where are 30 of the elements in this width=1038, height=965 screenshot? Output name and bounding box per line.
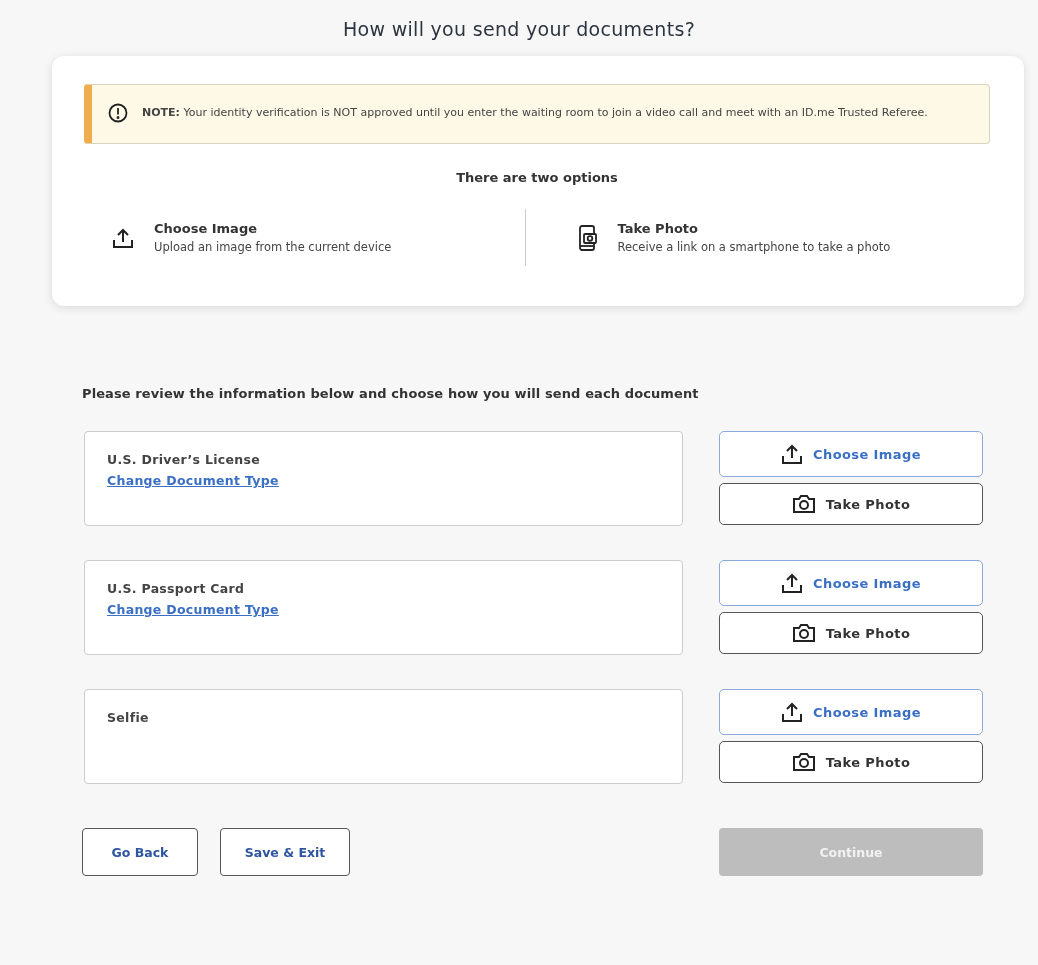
take-photo-button[interactable]: Take Photo xyxy=(719,741,983,783)
document-name: U.S. Passport Card xyxy=(107,581,246,596)
option-title: Choose Image xyxy=(154,221,259,236)
document-name: Selfie xyxy=(107,710,150,725)
option-description: Receive a link on a smartphone to take a photo xyxy=(617,240,891,254)
option-title: Take Photo xyxy=(617,221,699,236)
camera-icon xyxy=(791,752,816,772)
upload-icon xyxy=(112,226,134,249)
save-exit-button[interactable]: Save & Exit xyxy=(220,828,350,876)
phone-camera-icon xyxy=(577,224,598,251)
upload-icon xyxy=(781,572,804,594)
instructions-text: Please review the information below and choose how you will send each document xyxy=(82,386,700,401)
choose-image-button[interactable]: Choose Image xyxy=(719,689,983,735)
options-title: There are two options xyxy=(455,170,619,185)
page-heading: How will you send your documents? xyxy=(341,18,697,40)
document-name: U.S. Driver’s License xyxy=(107,452,261,467)
go-back-button[interactable]: Go Back xyxy=(82,828,198,876)
change-document-link[interactable]: Change Document Type xyxy=(107,602,279,617)
take-photo-button[interactable]: Take Photo xyxy=(719,483,983,525)
info-icon xyxy=(108,103,128,123)
camera-icon xyxy=(791,623,816,643)
change-document-link[interactable]: Change Document Type xyxy=(107,473,279,488)
option-description: Upload an image from the current device xyxy=(154,240,392,254)
choose-image-button[interactable]: Choose Image xyxy=(719,560,983,606)
choose-image-button[interactable]: Choose Image xyxy=(719,431,983,477)
upload-icon xyxy=(781,701,804,723)
camera-icon xyxy=(791,494,816,514)
upload-icon xyxy=(781,443,804,465)
note-text: NOTE: Your identity verification is NOT approved until you enter the waiting room to join a video call and meet with an ID.me Trusted Referee. xyxy=(142,105,928,122)
take-photo-button[interactable]: Take Photo xyxy=(719,612,983,654)
